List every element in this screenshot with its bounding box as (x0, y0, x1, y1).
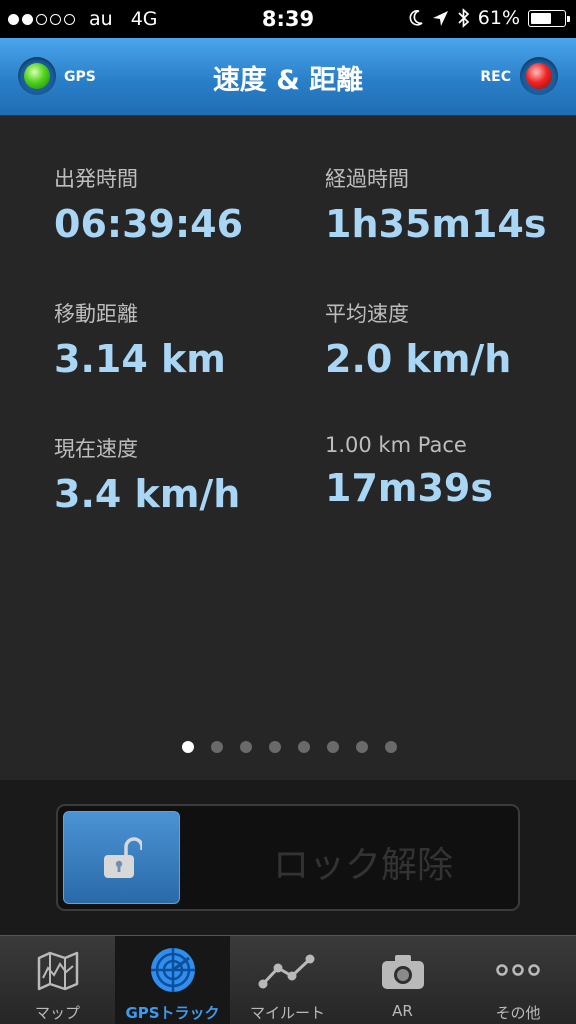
stat-distance: 移動距離 3.14 km (54, 298, 226, 381)
tab-label: AR (392, 1002, 413, 1020)
stat-label: 現在速度 (54, 437, 138, 461)
lock-area: ロック解除 (0, 780, 576, 935)
stat-pace: 1.00 km Pace 17m39s (325, 433, 493, 510)
unlock-label: ロック解除 (272, 845, 453, 886)
unlock-icon (104, 837, 142, 878)
stat-label: 1.00 km Pace (325, 433, 467, 457)
stat-value: 1h35m14s (325, 202, 547, 246)
stat-average-speed: 平均速度 2.0 km/h (325, 298, 511, 381)
tab-label: その他 (495, 1004, 541, 1022)
tab-my-route[interactable]: マイルート (230, 936, 345, 1024)
route-icon (258, 954, 315, 989)
radar-icon (151, 948, 195, 992)
tab-ar[interactable]: AR (345, 936, 460, 1024)
bluetooth-icon (458, 8, 470, 28)
stat-label: 平均速度 (325, 302, 409, 326)
moon-icon (409, 10, 423, 26)
location-arrow-icon (432, 10, 448, 26)
tab-gps-track[interactable]: GPSトラック (115, 936, 230, 1024)
battery-percent: 61% (477, 7, 520, 29)
page-dot[interactable] (327, 741, 339, 753)
stats-panel[interactable]: 出発時間 06:39:46 経過時間 1h35m14s 移動距離 3.14 km… (0, 117, 576, 780)
stat-elapsed-time: 経過時間 1h35m14s (325, 163, 546, 246)
tab-label: マップ (34, 1004, 80, 1022)
status-bar: au 4G 8:39 61% (0, 0, 576, 38)
battery-icon (528, 9, 570, 27)
tab-label: GPSトラック (125, 1004, 220, 1022)
unlock-slider-knob[interactable] (63, 811, 180, 904)
rec-button[interactable] (520, 57, 558, 95)
page-dot[interactable] (211, 741, 223, 753)
page-dot[interactable] (240, 741, 252, 753)
camera-icon (382, 955, 424, 989)
stat-label: 経過時間 (325, 167, 409, 191)
tab-more[interactable]: その他 (460, 936, 576, 1024)
screen: au 4G 8:39 61% GPS 速度 & 距離 REC 出発時間 06:3… (0, 0, 576, 1024)
stat-departure-time: 出発時間 06:39:46 (54, 163, 243, 246)
page-dot[interactable] (182, 741, 194, 753)
stat-value: 3.14 km (54, 337, 226, 381)
rec-label: REC (480, 69, 511, 85)
stat-value: 3.4 km/h (54, 472, 241, 516)
nav-bar: GPS 速度 & 距離 REC (0, 38, 576, 116)
stat-value: 2.0 km/h (325, 337, 512, 381)
page-dot[interactable] (385, 741, 397, 753)
tab-map[interactable]: マップ (0, 936, 115, 1024)
page-indicator[interactable] (182, 741, 397, 753)
page-dot[interactable] (269, 741, 281, 753)
stat-label: 移動距離 (54, 302, 138, 326)
stat-label: 出発時間 (54, 167, 138, 191)
rec-led-icon (526, 63, 552, 89)
tab-label: マイルート (249, 1004, 325, 1022)
stat-current-speed: 現在速度 3.4 km/h (54, 433, 240, 516)
tab-bar: マップ GPSトラック マイルート AR その他 (0, 935, 576, 1024)
more-icon (496, 964, 540, 976)
page-dot[interactable] (298, 741, 310, 753)
unlock-slider[interactable]: ロック解除 (56, 804, 520, 911)
stat-value: 17m39s (325, 466, 493, 510)
stat-value: 06:39:46 (54, 202, 244, 246)
map-icon (37, 951, 79, 991)
page-dot[interactable] (356, 741, 368, 753)
